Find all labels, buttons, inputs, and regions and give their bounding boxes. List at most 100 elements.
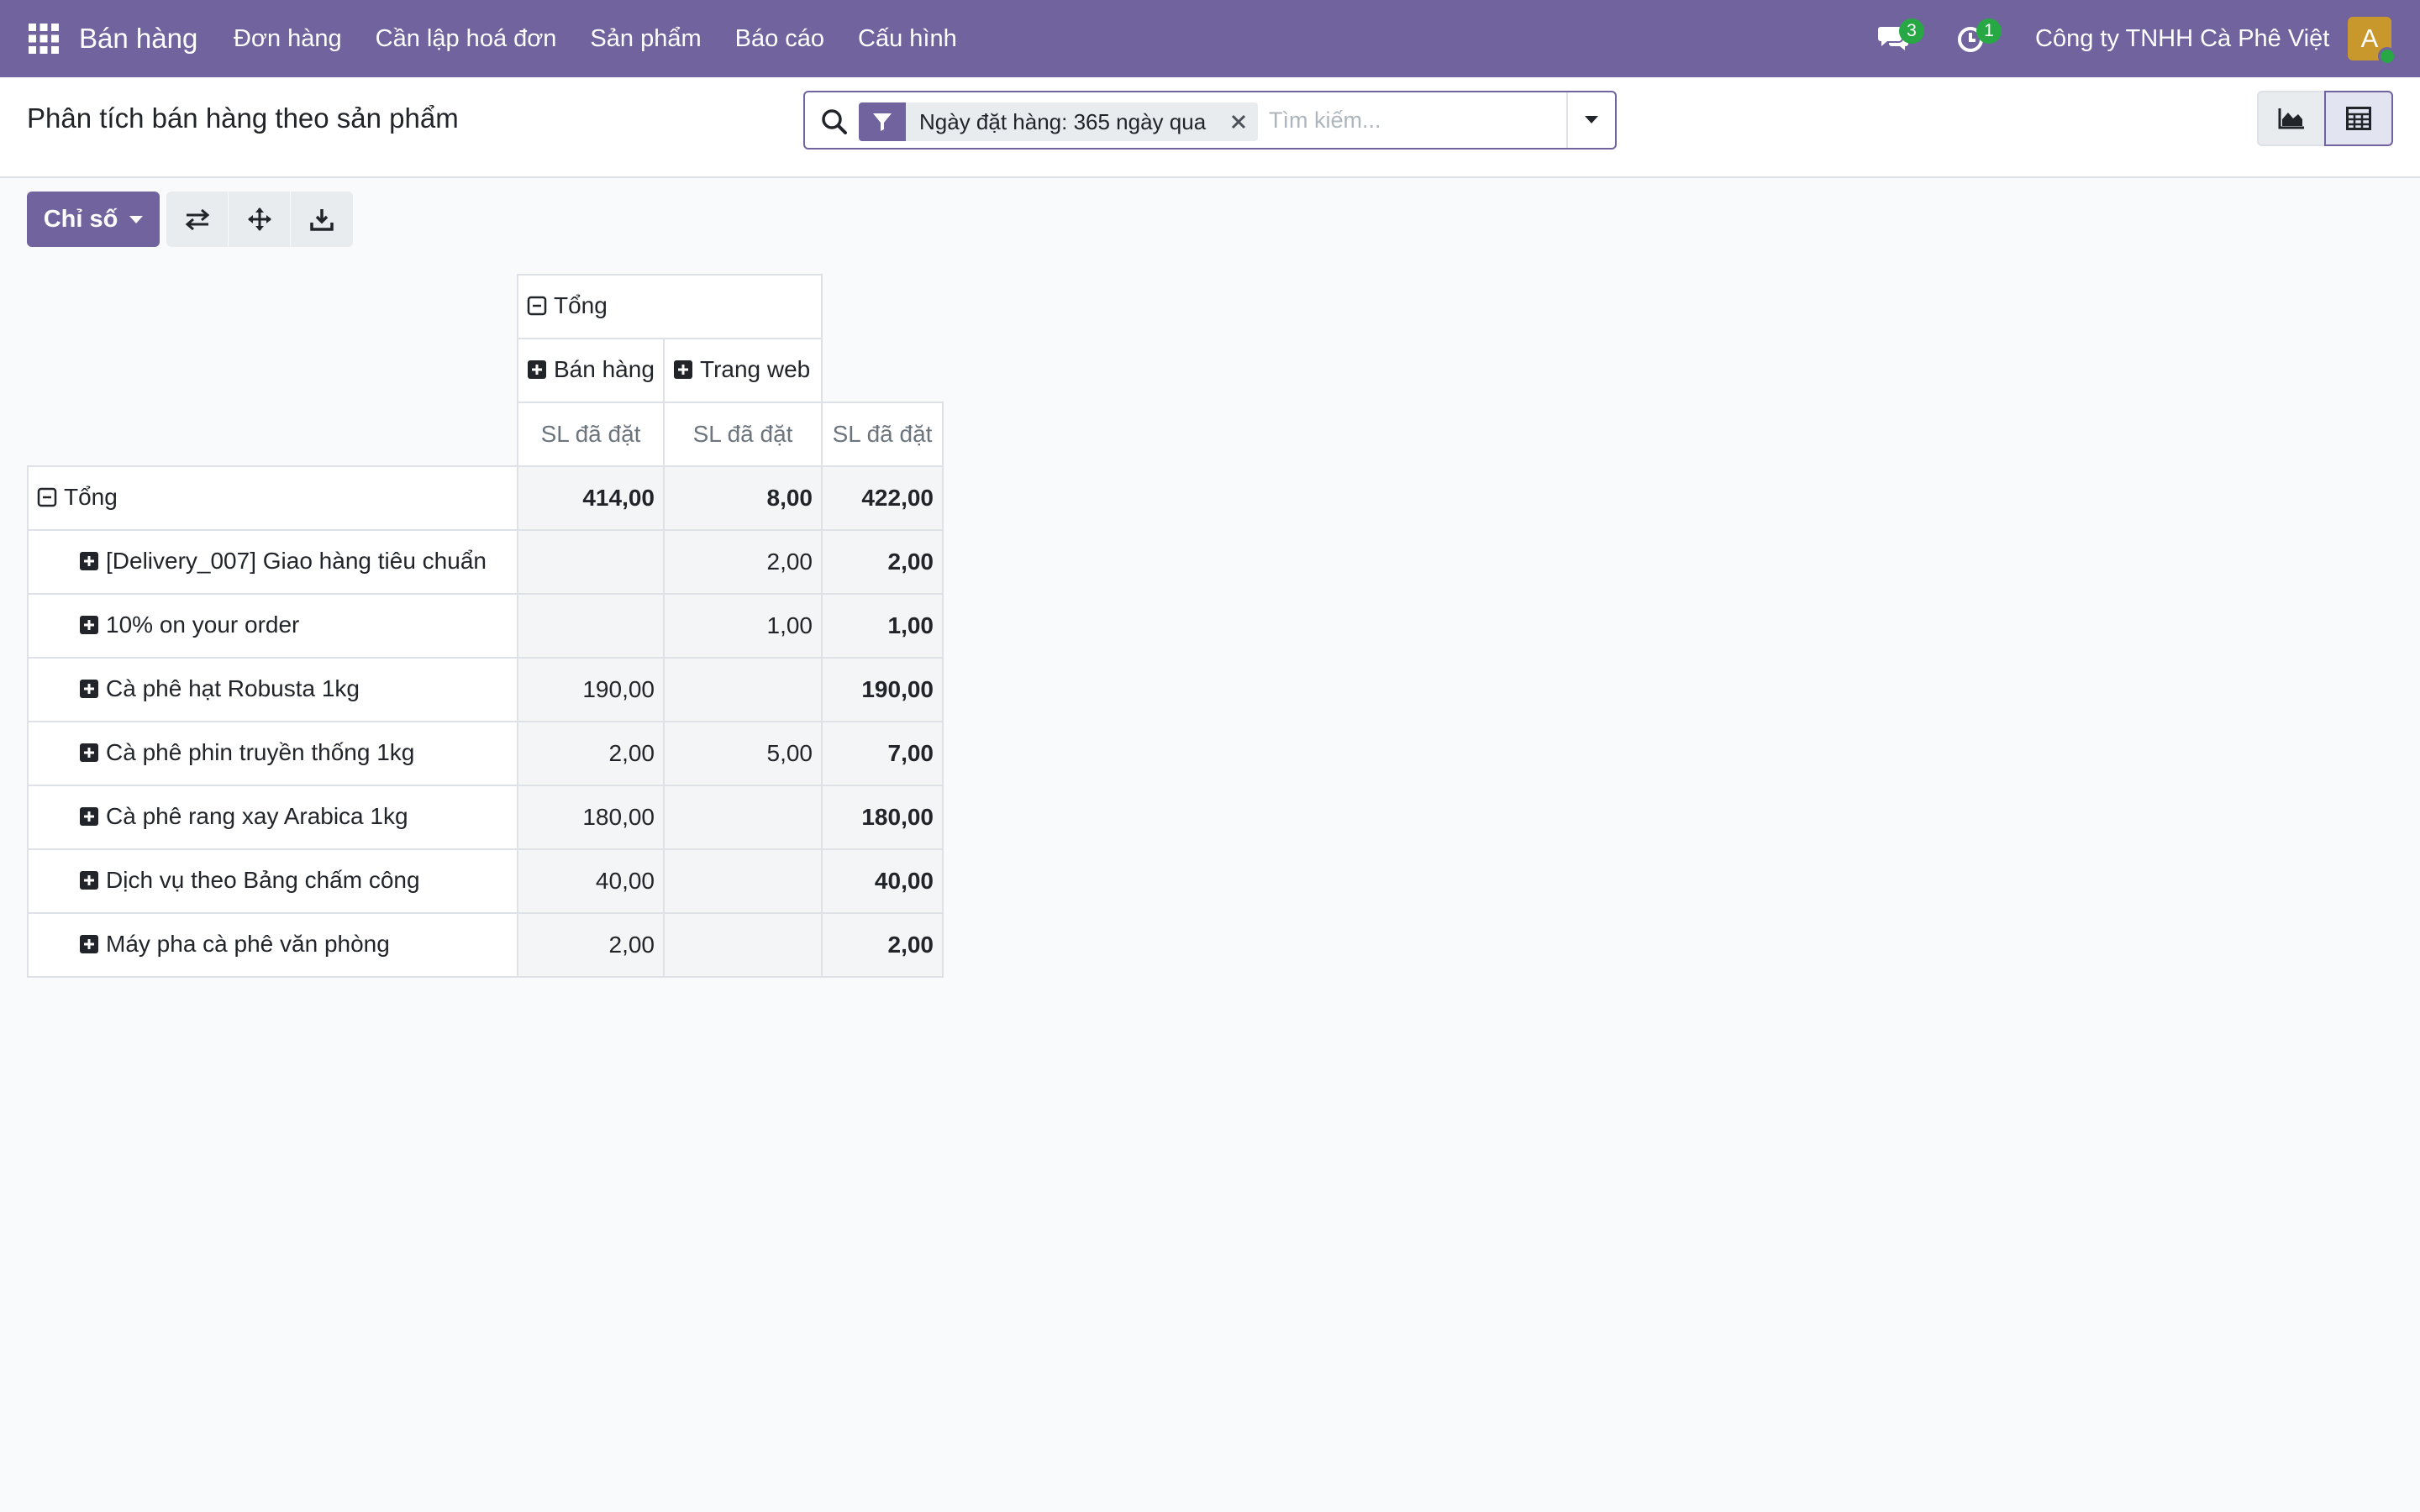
row-header[interactable]: 10% on your order [27,593,518,659]
table-row: Máy pha cà phê văn phòng 2,00 2,00 [27,912,944,978]
minus-square-icon [527,296,547,315]
row-header-label: Cà phê rang xay Arabica 1kg [106,802,408,829]
cell-value[interactable]: 40,00 [821,848,944,914]
cell-value[interactable]: 422,00 [821,465,944,531]
expand-all-button[interactable] [229,192,291,247]
plus-square-icon [674,360,692,379]
cell-value[interactable]: 414,00 [517,465,665,531]
cell-value[interactable]: 1,00 [821,593,944,659]
cell-value[interactable]: 5,00 [663,721,823,786]
flip-axis-button[interactable] [166,192,229,247]
company-switcher[interactable]: Công ty TNHH Cà Phê Việt [2035,0,2329,77]
col-header-label: Bán hàng [554,355,655,382]
table-row: Cà phê rang xay Arabica 1kg 180,00 180,0… [27,785,944,850]
plus-square-icon [80,551,98,570]
row-header-label: 10% on your order [106,611,300,638]
pivot-corner [28,275,518,339]
cell-value[interactable]: 2,00 [517,721,665,786]
measure-header[interactable]: SL đã đặt [517,402,665,467]
cell-value[interactable]: 2,00 [821,529,944,595]
table-row: Dịch vụ theo Bảng chấm công 40,00 40,00 [27,848,944,914]
measure-header[interactable]: SL đã đặt [821,402,944,467]
row-header[interactable]: Dịch vụ theo Bảng chấm công [27,848,518,914]
download-icon [310,209,334,231]
caret-down-icon [129,215,144,223]
search-icon[interactable] [820,108,849,136]
cell-value[interactable]: 2,00 [821,912,944,978]
filter-icon [859,102,906,141]
arrows-expand-icon [247,207,271,231]
table-row: Cà phê phin truyền thống 1kg 2,00 5,00 7… [27,721,944,786]
cell-value[interactable] [663,785,823,850]
online-status-dot [2378,47,2396,66]
app-name[interactable]: Bán hàng [79,0,197,77]
cell-value[interactable] [663,657,823,722]
messages-button[interactable]: 3 [1877,18,1924,59]
row-header-label: Máy pha cà phê văn phòng [106,930,390,957]
pivot-corner-2 [28,339,518,402]
download-xlsx-button[interactable] [291,192,353,247]
row-header[interactable]: Cà phê hạt Robusta 1kg [27,657,518,722]
menu-item-reporting[interactable]: Báo cáo [718,0,841,77]
menu-item-orders[interactable]: Đơn hàng [217,0,359,77]
search-input[interactable] [1269,99,1521,141]
pivot-corner-3 [28,402,518,466]
plus-square-icon [80,743,98,762]
cell-value[interactable]: 180,00 [517,785,665,850]
row-header-label: Cà phê hạt Robusta 1kg [106,675,360,701]
activities-badge: 1 [1976,18,2002,44]
cell-value[interactable]: 1,00 [663,593,823,659]
pivot-table: Tổng Bán hàng Trang web SL đã đặt SL đã … [27,274,944,978]
top-navbar: Bán hàng Đơn hàng Cần lập hoá đơn Sản ph… [0,0,2420,77]
minus-square-icon [37,487,57,507]
avatar-letter: A [2360,24,2379,53]
row-header[interactable]: [Delivery_007] Giao hàng tiêu chuẩn [27,529,518,595]
cell-value[interactable] [663,912,823,978]
menu-item-to-invoice[interactable]: Cần lập hoá đơn [359,0,574,77]
control-panel: Phân tích bán hàng theo sản phẩm Ngày đặ… [0,77,2420,178]
cell-value[interactable] [517,593,665,659]
col-header-total[interactable]: Tổng [517,274,823,339]
plus-square-icon [80,615,98,634]
main-menu: Đơn hàng Cần lập hoá đơn Sản phẩm Báo cá… [217,0,974,77]
exchange-icon [185,208,209,230]
row-header[interactable]: Cà phê rang xay Arabica 1kg [27,785,518,850]
cell-value[interactable]: 8,00 [663,465,823,531]
menu-item-products[interactable]: Sản phẩm [573,0,718,77]
search-options-toggle[interactable] [1566,92,1615,148]
cell-value[interactable]: 2,00 [517,912,665,978]
pivot-header-spacer [822,275,943,339]
cell-value[interactable]: 2,00 [663,529,823,595]
cell-value[interactable] [663,848,823,914]
cell-value[interactable]: 40,00 [517,848,665,914]
row-header-total[interactable]: Tổng [27,465,518,531]
cell-value[interactable]: 180,00 [821,785,944,850]
graph-view-button[interactable] [2257,91,2326,146]
cell-value[interactable]: 7,00 [821,721,944,786]
table-row: [Delivery_007] Giao hàng tiêu chuẩn 2,00… [27,529,944,595]
row-header-label: [Delivery_007] Giao hàng tiêu chuẩn [106,547,487,574]
cell-value[interactable]: 190,00 [517,657,665,722]
menu-item-configuration[interactable]: Cấu hình [841,0,974,77]
pivot-view-button[interactable] [2324,91,2393,146]
user-avatar[interactable]: A [2348,17,2396,66]
cell-value[interactable]: 190,00 [821,657,944,722]
plus-square-icon [80,679,98,698]
measure-header[interactable]: SL đã đặt [663,402,823,467]
plus-square-icon [80,870,98,890]
row-header[interactable]: Cà phê phin truyền thống 1kg [27,721,518,786]
remove-facet-icon[interactable] [1219,102,1258,141]
measures-dropdown-button[interactable]: Chỉ số [27,192,160,247]
activities-button[interactable]: 1 [1956,18,2002,59]
col-header-ban-hang[interactable]: Bán hàng [517,338,665,403]
caret-down-icon [1585,116,1598,123]
pivot-header-spacer-2 [822,339,943,402]
page-title: Phân tích bán hàng theo sản phẩm [27,102,459,134]
row-header[interactable]: Máy pha cà phê văn phòng [27,912,518,978]
table-row: Cà phê hạt Robusta 1kg 190,00 190,00 [27,657,944,722]
row-header-total-label: Tổng [64,483,118,510]
apps-grid-icon[interactable] [29,24,59,54]
plus-square-icon [80,806,98,826]
col-header-trang-web[interactable]: Trang web [663,338,823,403]
cell-value[interactable] [517,529,665,595]
